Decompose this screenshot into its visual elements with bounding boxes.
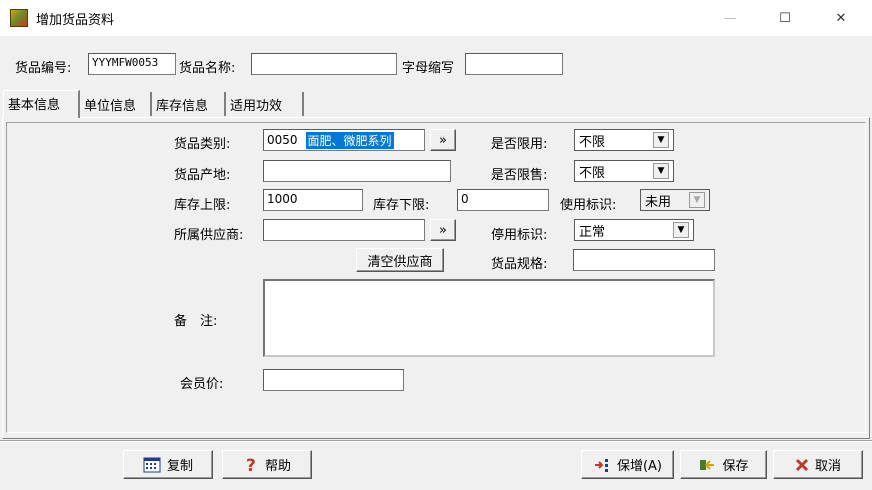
save-add-label: 保增(A)	[616, 459, 663, 474]
app-icon	[10, 9, 28, 27]
window-title: 增加货品资料	[36, 13, 115, 28]
supplier-input[interactable]	[263, 219, 425, 241]
spec-label: 货品规格:	[491, 257, 548, 272]
save-button[interactable]: 保存	[680, 450, 767, 479]
category-name: 面肥、微肥系列	[305, 131, 394, 149]
stock-upper-input[interactable]: 1000	[263, 189, 363, 211]
chevron-down-icon: ▼	[689, 192, 705, 208]
save-label: 保存	[722, 459, 749, 474]
minimize-button[interactable]: —	[707, 0, 753, 36]
disable-flag-label: 停用标识:	[491, 228, 548, 243]
stock-upper-label: 库存上限:	[174, 198, 231, 213]
abbr-label: 字母缩写	[402, 61, 455, 76]
disable-flag-value: 正常	[579, 224, 606, 240]
help-icon: ?	[246, 456, 256, 474]
save-add-icon	[594, 458, 608, 472]
help-button[interactable]: ? 帮助	[222, 450, 312, 479]
chevron-down-icon[interactable]: ▼	[673, 222, 689, 238]
save-add-button[interactable]: 保增(A)	[581, 450, 674, 479]
code-label: 货品编号:	[15, 61, 72, 76]
use-flag-select: 未用 ▼	[640, 189, 710, 211]
clear-supplier-button[interactable]: 清空供应商	[356, 248, 444, 272]
category-label: 货品类别:	[174, 137, 231, 152]
limit-sale-select[interactable]: 不限 ▼	[574, 160, 674, 182]
spec-input[interactable]	[573, 249, 715, 271]
origin-label: 货品产地:	[174, 168, 231, 183]
tab-stock-info[interactable]: 库存信息	[152, 92, 226, 116]
chevron-down-icon[interactable]: ▼	[653, 163, 669, 179]
maximize-button[interactable]: ☐	[762, 0, 808, 36]
tab-basic-info[interactable]: 基本信息	[3, 90, 80, 118]
category-browse-button[interactable]: »	[430, 129, 456, 151]
copy-label: 复制	[166, 459, 193, 474]
stock-lower-label: 库存下限:	[373, 198, 430, 213]
member-price-input[interactable]	[263, 369, 404, 391]
abbr-input[interactable]	[465, 53, 563, 75]
svg-text:?: ?	[246, 456, 256, 474]
disable-flag-select[interactable]: 正常 ▼	[574, 219, 694, 241]
limit-use-select[interactable]: 不限 ▼	[574, 129, 674, 151]
remark-textarea[interactable]	[263, 279, 715, 357]
bottom-separator	[0, 440, 872, 442]
cancel-button[interactable]: 取消	[773, 450, 863, 479]
cancel-label: 取消	[814, 459, 841, 474]
limit-use-label: 是否限用:	[491, 137, 548, 152]
limit-sale-label: 是否限售:	[491, 168, 548, 183]
tab-efficacy[interactable]: 适用功效	[226, 92, 304, 116]
tab-unit-info[interactable]: 单位信息	[80, 92, 152, 116]
name-input[interactable]	[251, 53, 397, 75]
use-flag-label: 使用标识:	[560, 198, 617, 213]
category-input[interactable]: 0050 面肥、微肥系列	[263, 129, 425, 151]
save-icon	[700, 459, 715, 470]
use-flag-value: 未用	[645, 194, 672, 210]
calendar-icon	[143, 457, 161, 472]
remark-label: 备 注:	[174, 314, 218, 329]
category-code: 0050	[267, 133, 298, 147]
help-label: 帮助	[264, 459, 291, 474]
copy-button[interactable]: 复制	[123, 450, 213, 479]
stock-lower-input[interactable]: 0	[457, 189, 549, 211]
origin-input[interactable]	[263, 160, 451, 182]
limit-sale-value: 不限	[579, 165, 606, 181]
supplier-browse-button[interactable]: »	[430, 219, 456, 241]
limit-use-value: 不限	[579, 134, 606, 150]
close-button[interactable]: ✕	[818, 0, 864, 36]
close-icon	[795, 458, 809, 471]
chevron-down-icon[interactable]: ▼	[653, 132, 669, 148]
code-input[interactable]: YYYMFW0053	[88, 53, 176, 75]
supplier-label: 所属供应商:	[174, 228, 244, 243]
member-price-label: 会员价:	[180, 377, 224, 392]
name-label: 货品名称:	[179, 61, 236, 76]
